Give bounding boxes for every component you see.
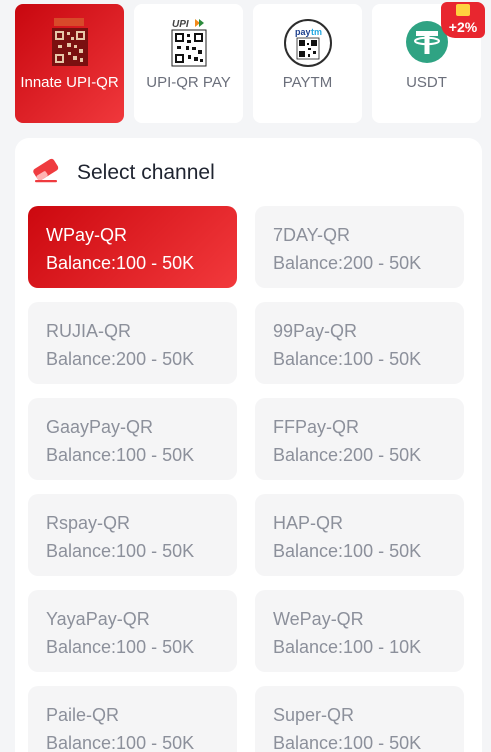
channel-balance: Balance:100 - 50K [46, 445, 195, 465]
method-label: PAYTM [282, 74, 333, 91]
method-label: USDT [406, 74, 447, 91]
channel-option[interactable]: 7DAY-QR Balance:200 - 50K [255, 206, 464, 288]
bonus-badge: +2% [441, 2, 485, 38]
method-tab-paytm[interactable]: pay tm PAYTM [253, 4, 362, 123]
channel-option[interactable]: HAP-QR Balance:100 - 50K [255, 494, 464, 576]
channel-name: HAP-QR [273, 513, 344, 533]
channel-balance: Balance:100 - 50K [46, 733, 195, 752]
channel-balance: Balance:200 - 50K [273, 253, 422, 273]
channel-option[interactable]: Super-QR Balance:100 - 50K [255, 686, 464, 752]
paytm-icon: pay tm [283, 18, 333, 73]
method-tab-upi-qr-pay[interactable]: UPI UPI-QR PAY [134, 4, 243, 123]
payment-method-tabs: Innate UPI-QR UPI UPI-QR PAY pay tm PAYT… [15, 2, 485, 123]
upi-qr-icon: UPI [169, 18, 209, 73]
channel-balance: Balance:100 - 50K [273, 541, 422, 561]
channel-name: RUJIA-QR [46, 321, 131, 341]
method-tab-usdt[interactable]: USDT +2% [372, 2, 485, 123]
gift-icon [456, 4, 470, 16]
channel-name: Super-QR [273, 705, 355, 725]
channel-balance: Balance:100 - 50K [46, 541, 195, 561]
payment-page: Innate UPI-QR UPI UPI-QR PAY pay tm PAYT… [0, 0, 491, 752]
channel-balance: Balance:100 - 50K [46, 253, 195, 273]
channel-option[interactable]: 99Pay-QR Balance:100 - 50K [255, 302, 464, 384]
channel-option[interactable]: WPay-QR Balance:100 - 50K [28, 206, 237, 288]
channel-section-title: Select channel [77, 160, 215, 184]
channel-option[interactable]: YayaPay-QR Balance:100 - 50K [28, 590, 237, 672]
channel-balance: Balance:100 - 50K [273, 349, 422, 369]
channel-option[interactable]: Paile-QR Balance:100 - 50K [28, 686, 237, 752]
channel-name: GaayPay-QR [46, 417, 154, 437]
channel-option[interactable]: GaayPay-QR Balance:100 - 50K [28, 398, 237, 480]
channel-option[interactable]: Rspay-QR Balance:100 - 50K [28, 494, 237, 576]
channel-balance: Balance:100 - 10K [273, 637, 422, 657]
qr-code-icon [51, 18, 88, 71]
channel-name: FFPay-QR [273, 417, 360, 437]
channel-name: 7DAY-QR [273, 225, 351, 245]
bonus-badge-text: +2% [448, 19, 478, 35]
channel-balance: Balance:200 - 50K [273, 445, 422, 465]
channel-option[interactable]: WePay-QR Balance:100 - 10K [255, 590, 464, 672]
channel-name: Paile-QR [46, 705, 120, 725]
channel-card-header: Select channel [31, 156, 215, 189]
svg-text:UPI: UPI [172, 19, 189, 30]
channel-name: Rspay-QR [46, 513, 131, 533]
method-tab-innate-upi-qr[interactable]: Innate UPI-QR [15, 4, 124, 123]
channel-balance: Balance:200 - 50K [46, 349, 195, 369]
svg-text:pay: pay [295, 27, 311, 37]
channel-name: WPay-QR [46, 225, 127, 245]
channel-option[interactable]: FFPay-QR Balance:200 - 50K [255, 398, 464, 480]
channel-name: 99Pay-QR [273, 321, 358, 341]
channel-balance: Balance:100 - 50K [273, 733, 422, 752]
eraser-icon [31, 156, 61, 189]
channel-option[interactable]: RUJIA-QR Balance:200 - 50K [28, 302, 237, 384]
channel-grid: WPay-QR Balance:100 - 50K 7DAY-QR Balanc… [28, 206, 464, 752]
channel-balance: Balance:100 - 50K [46, 637, 195, 657]
method-label: Innate UPI-QR [20, 74, 119, 91]
channel-name: WePay-QR [273, 609, 364, 629]
svg-text:tm: tm [311, 27, 322, 37]
method-label: UPI-QR PAY [146, 74, 231, 91]
channel-name: YayaPay-QR [46, 609, 150, 629]
channel-card: Select channel WPay-QR Balance:100 - 50K… [15, 138, 482, 752]
